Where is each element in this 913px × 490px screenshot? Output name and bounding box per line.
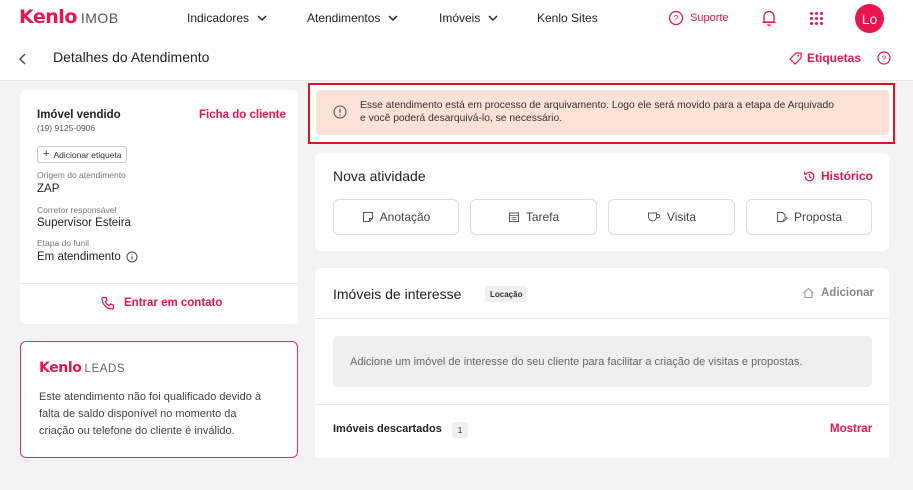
leads-message-line: falta de saldo disponível no momento da — [39, 408, 237, 420]
empty-state-text: Adicione um imóvel de interesse do seu c… — [350, 355, 803, 368]
discarded-count-badge: 1 — [452, 422, 468, 438]
add-tag-label: Adicionar etiqueta — [53, 149, 122, 160]
task-label: Tarefa — [525, 210, 560, 224]
nav-atendimentos[interactable]: Atendimentos — [307, 11, 399, 25]
support-label: Suporte — [690, 12, 729, 24]
nav-label: Kenlo Sites — [537, 11, 598, 25]
chevron-down-icon — [488, 15, 498, 21]
warning-info-icon — [333, 105, 347, 119]
logo-suffix: IMOB — [80, 10, 119, 26]
alert-line: e você poderá desarquivá-lo, se necessár… — [360, 113, 563, 124]
origin-label: Origem do atendimento — [37, 170, 126, 180]
archiving-alert: Esse atendimento está em processo de arq… — [316, 90, 889, 135]
stage-row: Em atendimento — [37, 251, 138, 263]
leads-message: Este atendimento não foi qualificado dev… — [39, 389, 261, 440]
task-button[interactable]: Tarefa — [470, 199, 597, 235]
note-button[interactable]: Anotação — [333, 199, 459, 235]
nav-label: Indicadores — [187, 11, 250, 25]
support-link[interactable]: ? Suporte — [668, 10, 729, 26]
back-arrow-icon[interactable] — [18, 52, 28, 66]
new-activity-title: Nova atividade — [333, 168, 426, 184]
calendar-icon — [508, 212, 519, 222]
help-circle-icon: ? — [668, 10, 684, 26]
client-card: Imóvel vendido (19) 9125-0906 Ficha do c… — [20, 90, 298, 324]
visit-button[interactable]: Visita — [608, 199, 735, 235]
history-label: Histórico — [821, 169, 874, 183]
alert-message: Esse atendimento está em processo de arq… — [360, 99, 834, 125]
page-title: Detalhes do Atendimento — [53, 49, 210, 65]
note-label: Anotação — [379, 210, 431, 224]
house-icon — [803, 287, 814, 299]
page-header: Detalhes do Atendimento Etiquetas ? — [0, 37, 913, 81]
leads-logo: Kenlo LEADS — [39, 360, 125, 376]
plus-icon: + — [43, 148, 50, 160]
client-profile-link[interactable]: Ficha do cliente — [199, 109, 286, 121]
stage-value: Em atendimento — [37, 251, 121, 263]
bell-icon[interactable] — [761, 9, 777, 27]
proposal-label: Proposta — [793, 210, 843, 224]
client-phone: (19) 9125-0906 — [37, 123, 96, 133]
nav-label: Imóveis — [439, 11, 481, 25]
history-button[interactable]: Histórico — [803, 169, 873, 183]
leads-message-line: criação ou telefone do cliente é inválid… — [39, 425, 235, 437]
nav-kenlo-sites[interactable]: Kenlo Sites — [537, 11, 598, 25]
discarded-label: Imóveis descartados — [333, 423, 442, 435]
user-avatar[interactable]: Lo — [855, 4, 884, 33]
show-discarded-link[interactable]: Mostrar — [830, 423, 872, 435]
leads-logo-suffix: LEADS — [84, 363, 126, 375]
help-circle-icon[interactable]: ? — [877, 51, 891, 65]
logo-kenlo: Kenlo — [19, 6, 77, 28]
divider — [20, 283, 298, 284]
contact-label: Entrar em contato — [124, 297, 223, 309]
nav-imoveis[interactable]: Imóveis — [439, 11, 499, 25]
tags-button[interactable]: Etiquetas — [789, 51, 861, 65]
document-edit-icon — [776, 212, 788, 223]
interest-title: Imóveis de interesse — [333, 286, 462, 302]
coffee-icon — [647, 212, 660, 222]
chevron-down-icon — [388, 15, 398, 21]
stage-label: Etapa do funil — [37, 238, 89, 248]
add-interest-label: Adicionar — [821, 287, 875, 299]
contact-button[interactable]: Entrar em contato — [101, 296, 222, 310]
tags-label: Etiquetas — [807, 51, 862, 65]
app-logo[interactable]: Kenlo IMOB — [19, 6, 119, 28]
phone-icon — [101, 296, 115, 310]
tag-icon — [789, 51, 802, 65]
chevron-down-icon — [257, 15, 267, 21]
rental-badge: Locação — [485, 286, 528, 302]
top-navigation-bar: Kenlo IMOB Indicadores Atendimentos Imóv… — [0, 0, 913, 37]
client-status: Imóvel vendido — [37, 109, 121, 121]
avatar-initials: Lo — [861, 10, 878, 27]
info-icon[interactable] — [126, 251, 138, 263]
leads-message-line: Este atendimento não foi qualificado dev… — [39, 391, 261, 403]
history-icon — [803, 171, 815, 181]
add-interest-button[interactable]: Adicionar — [802, 287, 874, 299]
broker-value: Supervisor Esteira — [37, 217, 131, 229]
note-icon — [362, 212, 373, 222]
broker-label: Corretor responsável — [37, 205, 117, 215]
divider — [315, 318, 889, 319]
svg-text:?: ? — [673, 14, 678, 24]
apps-grid-icon[interactable] — [809, 11, 824, 26]
interest-properties-card: Imóveis de interesse Locação Adicionar A… — [315, 268, 889, 458]
interest-empty-state: Adicione um imóvel de interesse do seu c… — [333, 336, 872, 387]
nav-indicadores[interactable]: Indicadores — [187, 11, 268, 25]
divider — [315, 404, 889, 405]
nav-label: Atendimentos — [307, 11, 381, 25]
alert-line: Esse atendimento está em processo de arq… — [360, 100, 834, 111]
kenlo-leads-card: Kenlo LEADS Este atendimento não foi qua… — [20, 341, 298, 458]
origin-value: ZAP — [37, 183, 60, 195]
visit-label: Visita — [666, 210, 697, 224]
proposal-button[interactable]: Proposta — [746, 199, 872, 235]
leads-logo-main: Kenlo — [39, 360, 82, 376]
svg-text:?: ? — [882, 53, 887, 63]
add-tag-button[interactable]: + Adicionar etiqueta — [37, 146, 128, 163]
